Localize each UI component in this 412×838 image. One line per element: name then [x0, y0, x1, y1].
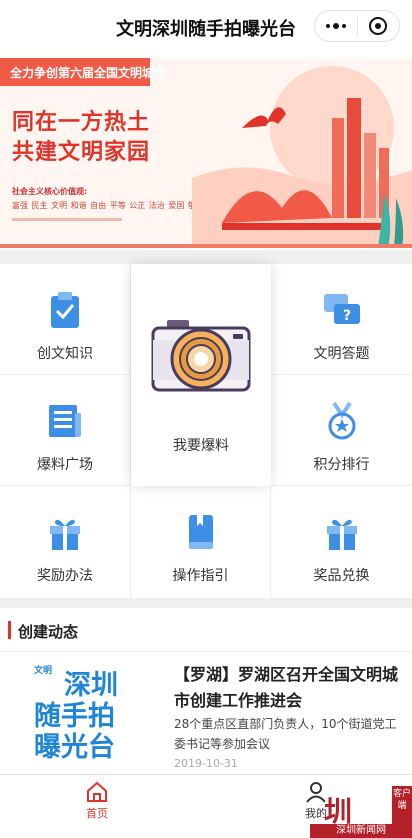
section-gap — [0, 598, 412, 608]
medal-icon — [328, 401, 355, 440]
banner-headline-2: 共建文明家园 — [12, 140, 151, 165]
chat-question-icon: ? — [323, 294, 360, 324]
tab-label: 首页 — [86, 807, 108, 820]
grid-item-quiz[interactable]: ? 文明答题 — [271, 264, 412, 375]
site-watermark: 圳 客户端 深圳新闻网 — [300, 786, 412, 838]
home-icon — [87, 781, 107, 802]
feature-grid: 创文知识 ? 文明答题 爆料广场 积分排行 奖励办法 操作指引 奖品兑换 我要爆… — [0, 264, 412, 598]
banner-values-label: 社会主义核心价值观: — [12, 187, 88, 196]
watermark-tag: 客户端 — [392, 786, 412, 826]
news-thumbnail-logo: 文明 深圳 随手拍 曝光台 — [34, 663, 140, 763]
grid-item-ranking[interactable]: 积分排行 — [271, 375, 412, 486]
grid-item-label: 创文知识 — [37, 346, 93, 362]
book-icon — [188, 515, 213, 549]
clipboard-check-icon — [51, 292, 79, 328]
gift-icon — [50, 519, 80, 550]
gift-box-icon — [326, 519, 357, 550]
grid-item-rewards-policy[interactable]: 奖励办法 — [0, 486, 131, 598]
news-date: 2019-10-31 — [174, 757, 238, 770]
section-gap — [0, 250, 412, 264]
camera-icon — [151, 320, 251, 392]
miniprogram-close-icon[interactable] — [357, 11, 399, 41]
grid-item-guide[interactable]: 操作指引 — [131, 486, 271, 598]
more-dots-icon[interactable] — [315, 11, 357, 41]
top-bar: 文明深圳随手拍曝光台 — [0, 0, 412, 56]
grid-item-label: 奖励办法 — [37, 568, 93, 584]
newspaper-icon — [49, 405, 81, 437]
grid-item-report-square[interactable]: 爆料广场 — [0, 375, 131, 486]
grid-item-label: 文明答题 — [313, 346, 370, 362]
grid-item-report-featured[interactable]: 我要爆料 — [131, 264, 271, 486]
watermark-name: 深圳新闻网 — [310, 824, 412, 838]
news-list-item[interactable]: 文明 深圳 随手拍 曝光台 【罗湖】罗湖区召开全国文明城市创建工作推进会 28个… — [0, 652, 412, 774]
logo-line-3: 曝光台 — [34, 732, 115, 763]
grid-item-prize-exchange[interactable]: 奖品兑换 — [271, 486, 412, 598]
grid-item-label: 操作指引 — [172, 568, 229, 584]
promo-banner[interactable]: 全力争创第六届全国文明城市 同在一方热土 共建文明家园 社会主义核心价值观: 富… — [0, 58, 412, 248]
banner-bottom-rule — [0, 244, 412, 248]
news-summary: 28个重点区直部门负责人，10个街道党工委书记等参加会议 — [174, 717, 397, 751]
city-skyline-illustration — [192, 66, 412, 248]
grid-item-label: 爆料广场 — [37, 457, 93, 473]
section-accent-bar — [8, 621, 11, 639]
logo-small-text: 文明 — [34, 666, 53, 676]
featured-label: 我要爆料 — [173, 438, 229, 454]
tab-home[interactable]: 首页 — [27, 775, 167, 838]
grid-item-label: 积分排行 — [313, 457, 370, 473]
grid-item-knowledge[interactable]: 创文知识 — [0, 264, 131, 375]
svg-text:?: ? — [342, 308, 350, 324]
banner-headline-1: 同在一方热土 — [12, 110, 151, 135]
grid-item-label: 奖品兑换 — [313, 568, 370, 584]
miniprogram-capsule — [314, 10, 400, 42]
banner-fine-print — [12, 218, 122, 221]
news-section-header: 创建动态 — [0, 608, 412, 652]
news-title[interactable]: 【罗湖】罗湖区召开全国文明城市创建工作推进会 — [174, 662, 400, 714]
banner-tag: 全力争创第六届全国文明城市 — [10, 66, 167, 80]
news-section-title: 创建动态 — [18, 623, 79, 641]
